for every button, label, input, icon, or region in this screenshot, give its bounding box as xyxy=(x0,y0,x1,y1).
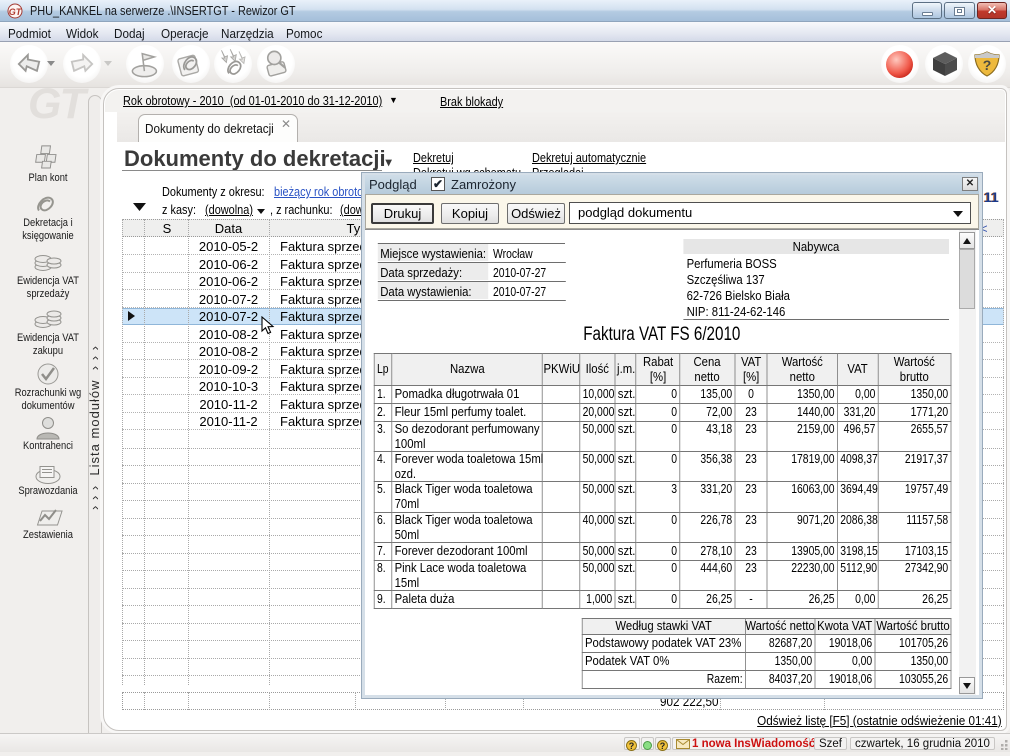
svg-text:?: ? xyxy=(629,741,635,751)
svg-text:?: ? xyxy=(983,57,992,73)
svg-text:GT: GT xyxy=(9,7,23,17)
svg-text:?: ? xyxy=(660,741,666,751)
